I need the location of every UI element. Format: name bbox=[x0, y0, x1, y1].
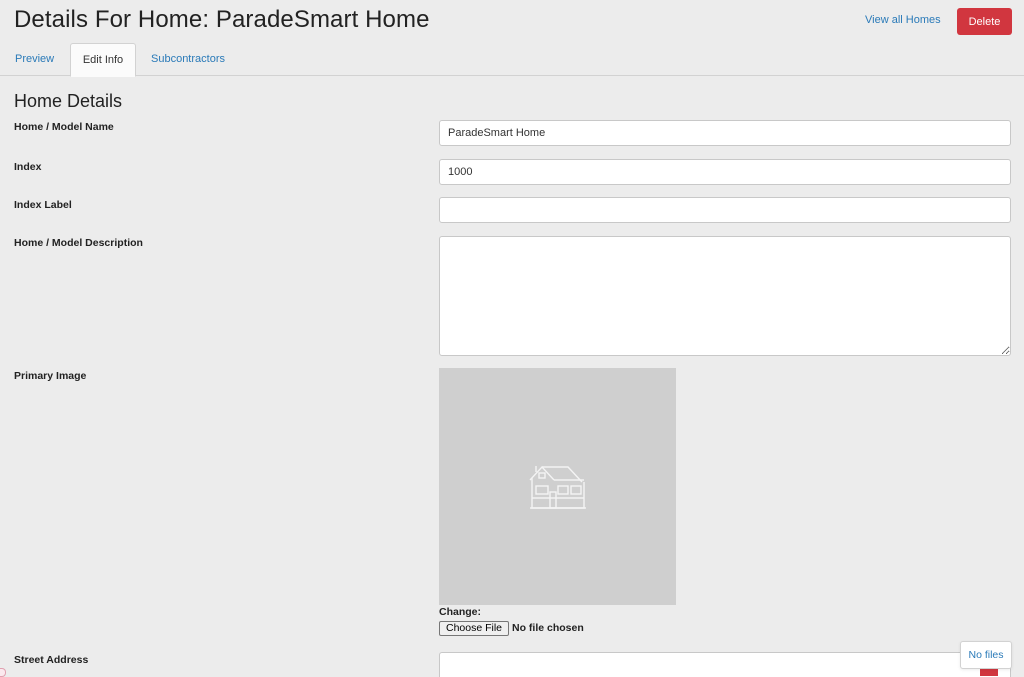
tab-edit-info[interactable]: Edit Info bbox=[70, 43, 136, 77]
street-address-label: Street Address bbox=[14, 654, 89, 666]
model-name-label: Home / Model Name bbox=[14, 121, 114, 133]
change-image-label: Change: bbox=[439, 606, 481, 618]
tab-subcontractors[interactable]: Subcontractors bbox=[151, 43, 225, 76]
index-label: Index bbox=[14, 161, 42, 173]
page-title: Details For Home: ParadeSmart Home bbox=[14, 6, 430, 33]
description-label: Home / Model Description bbox=[14, 237, 143, 249]
delete-button[interactable]: Delete bbox=[957, 8, 1012, 35]
index-label-label: Index Label bbox=[14, 199, 72, 211]
view-all-homes-link[interactable]: View all Homes bbox=[865, 14, 941, 26]
edge-handle[interactable] bbox=[0, 668, 6, 677]
tab-bar: Preview Edit Info Subcontractors bbox=[0, 43, 1024, 77]
index-label-input[interactable] bbox=[439, 197, 1011, 223]
choose-file-button[interactable]: Choose File bbox=[439, 621, 509, 636]
street-address-input[interactable] bbox=[439, 652, 1011, 677]
section-title: Home Details bbox=[14, 91, 123, 111]
tab-preview[interactable]: Preview bbox=[15, 43, 54, 76]
house-icon bbox=[529, 465, 586, 509]
model-name-input[interactable] bbox=[439, 120, 1011, 146]
no-files-popover[interactable]: No files bbox=[960, 641, 1012, 669]
file-status: No file chosen bbox=[512, 622, 584, 634]
primary-image-label: Primary Image bbox=[14, 370, 87, 382]
description-textarea[interactable] bbox=[439, 236, 1011, 356]
index-input[interactable] bbox=[439, 159, 1011, 185]
primary-image-placeholder bbox=[439, 368, 676, 605]
